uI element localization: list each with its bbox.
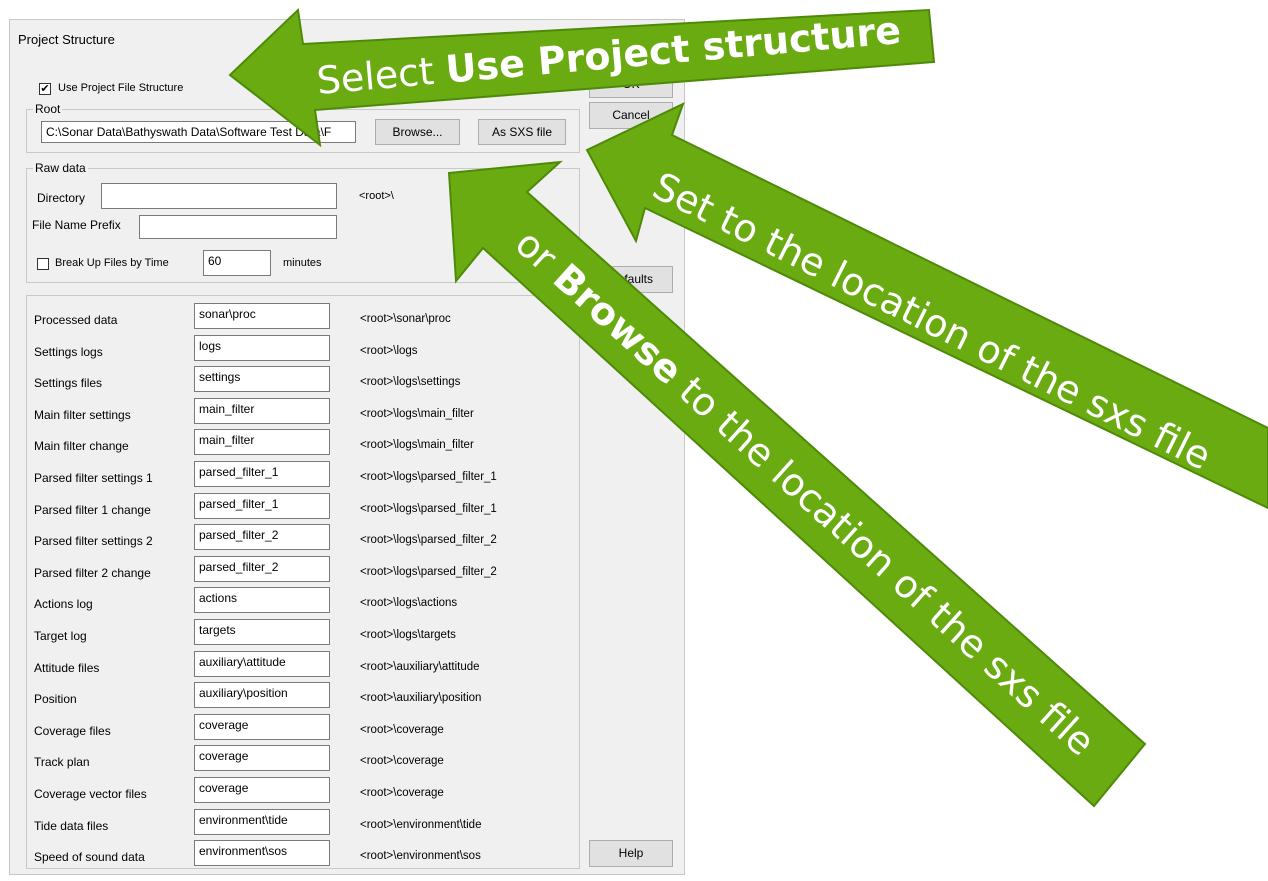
select-arrow-text: Select Use Project structure <box>315 8 903 103</box>
annotation-overlay: Select Use Project structure Set to the … <box>228 7 1268 808</box>
or-text-suffix: to the location of the sxs file <box>662 360 1104 764</box>
